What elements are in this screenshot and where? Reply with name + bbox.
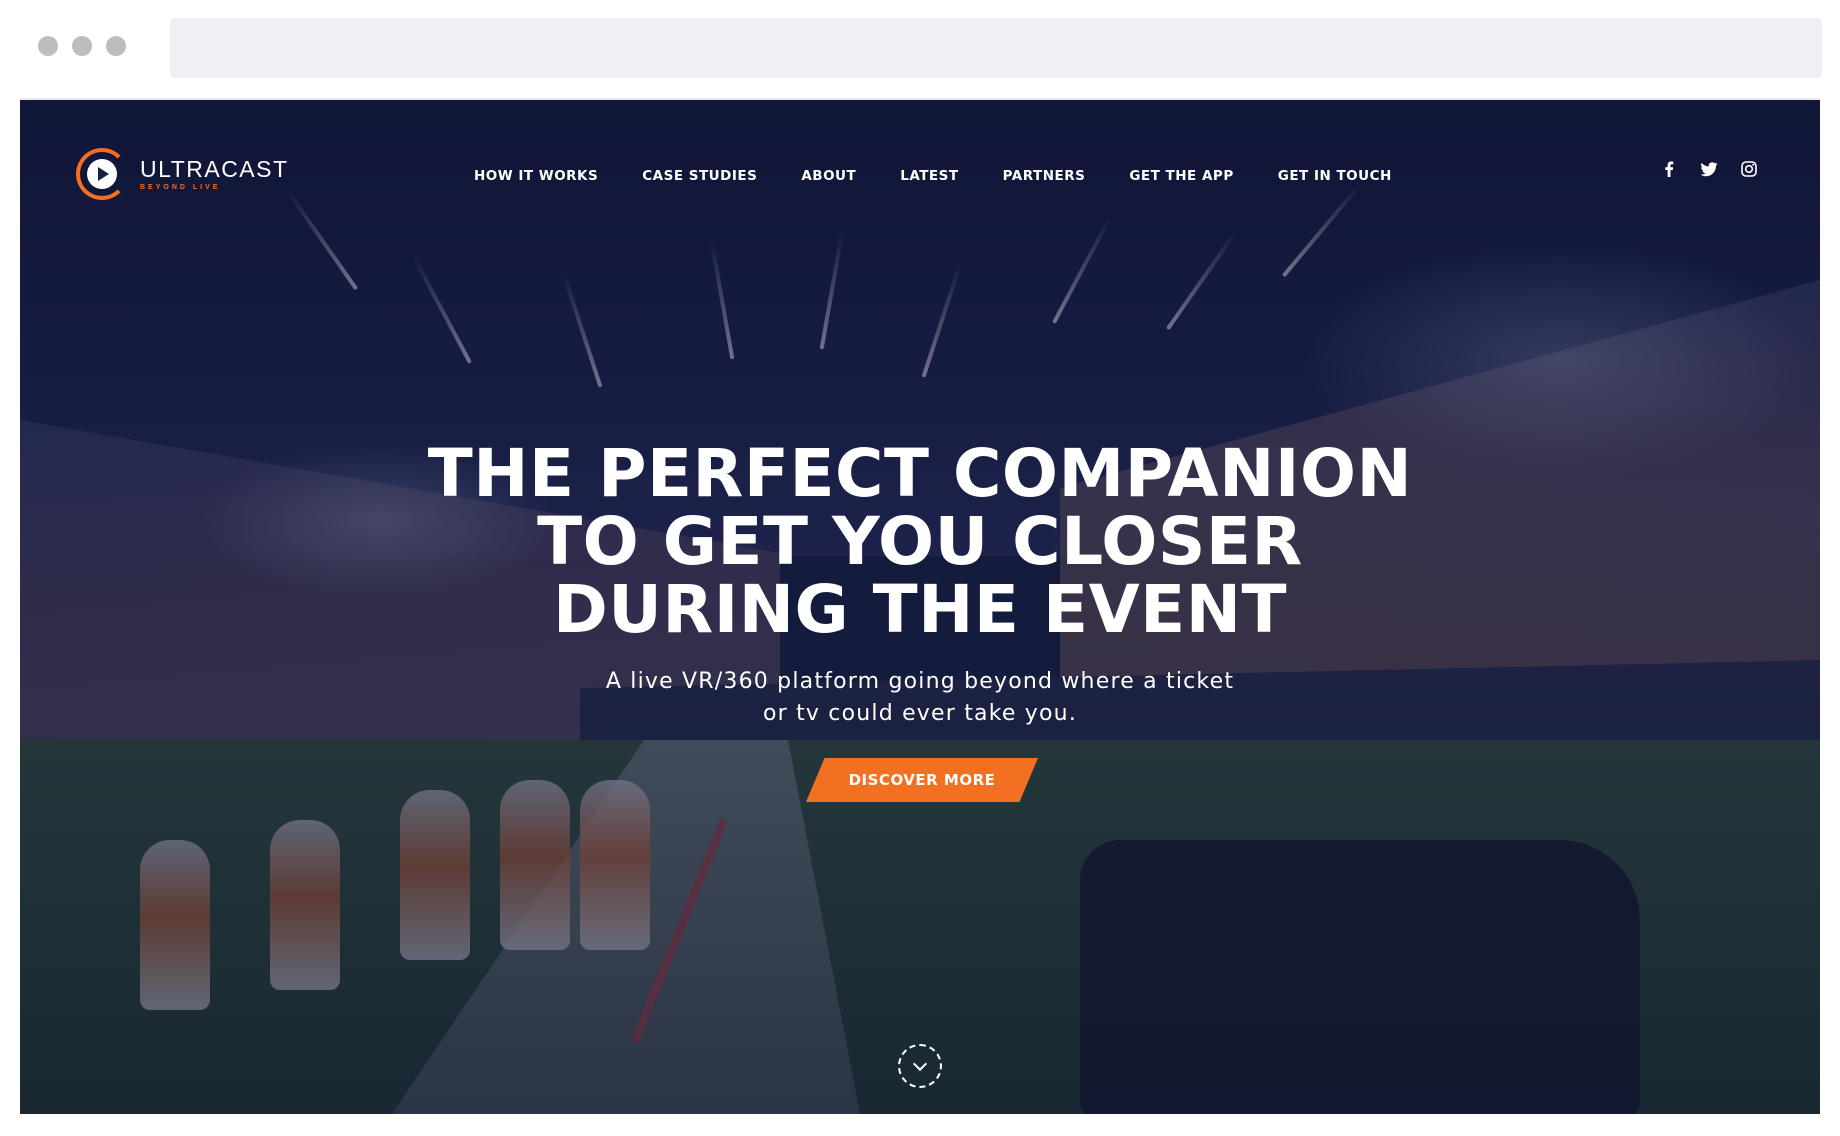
brand-name: ULTRACAST [140,155,289,182]
nav-item-case-studies[interactable]: CASE STUDIES [642,168,757,184]
minimize-window-dot[interactable] [72,36,92,56]
nav-item-about[interactable]: ABOUT [801,168,856,184]
close-window-dot[interactable] [38,36,58,56]
hero-subheadline-line: A live VR/360 platform going beyond wher… [605,669,1235,694]
nav-item-latest[interactable]: LATEST [900,168,958,184]
hero-headline-line: DURING THE EVENT [553,571,1287,648]
window-controls [38,36,126,56]
discover-more-button[interactable]: DISCOVER MORE [806,758,1038,802]
scroll-down-button[interactable] [898,1044,942,1088]
main-navigation: HOW IT WORKS CASE STUDIES ABOUT LATEST P… [474,164,1392,188]
maximize-window-dot[interactable] [106,36,126,56]
instagram-icon[interactable] [1740,160,1758,178]
nav-item-get-the-app[interactable]: GET THE APP [1129,168,1233,184]
nav-item-partners[interactable]: PARTNERS [1003,168,1086,184]
social-links [1660,160,1758,178]
nav-item-how-it-works[interactable]: HOW IT WORKS [474,168,598,184]
browser-chrome [0,0,1840,98]
play-logo-icon [76,148,128,200]
brand-tagline: BEYOND LIVE [140,183,221,191]
hero-section: ULTRACAST BEYOND LIVE HOW IT WORKS CASE … [20,100,1820,1114]
site-logo[interactable]: ULTRACAST BEYOND LIVE [76,148,289,200]
hero-headline-line: THE PERFECT COMPANION [427,435,1413,512]
hero-headline: THE PERFECT COMPANION TO GET YOU CLOSER … [20,440,1820,644]
chevron-down-icon [912,1056,928,1072]
facebook-icon[interactable] [1660,160,1678,178]
twitter-icon[interactable] [1700,160,1718,178]
address-bar[interactable] [170,18,1822,78]
hero-headline-line: TO GET YOU CLOSER [537,503,1303,580]
nav-item-get-in-touch[interactable]: GET IN TOUCH [1278,168,1392,184]
hero-subheadline: A live VR/360 platform going beyond wher… [20,666,1820,730]
hero-subheadline-line: or tv could ever take you. [762,701,1078,726]
